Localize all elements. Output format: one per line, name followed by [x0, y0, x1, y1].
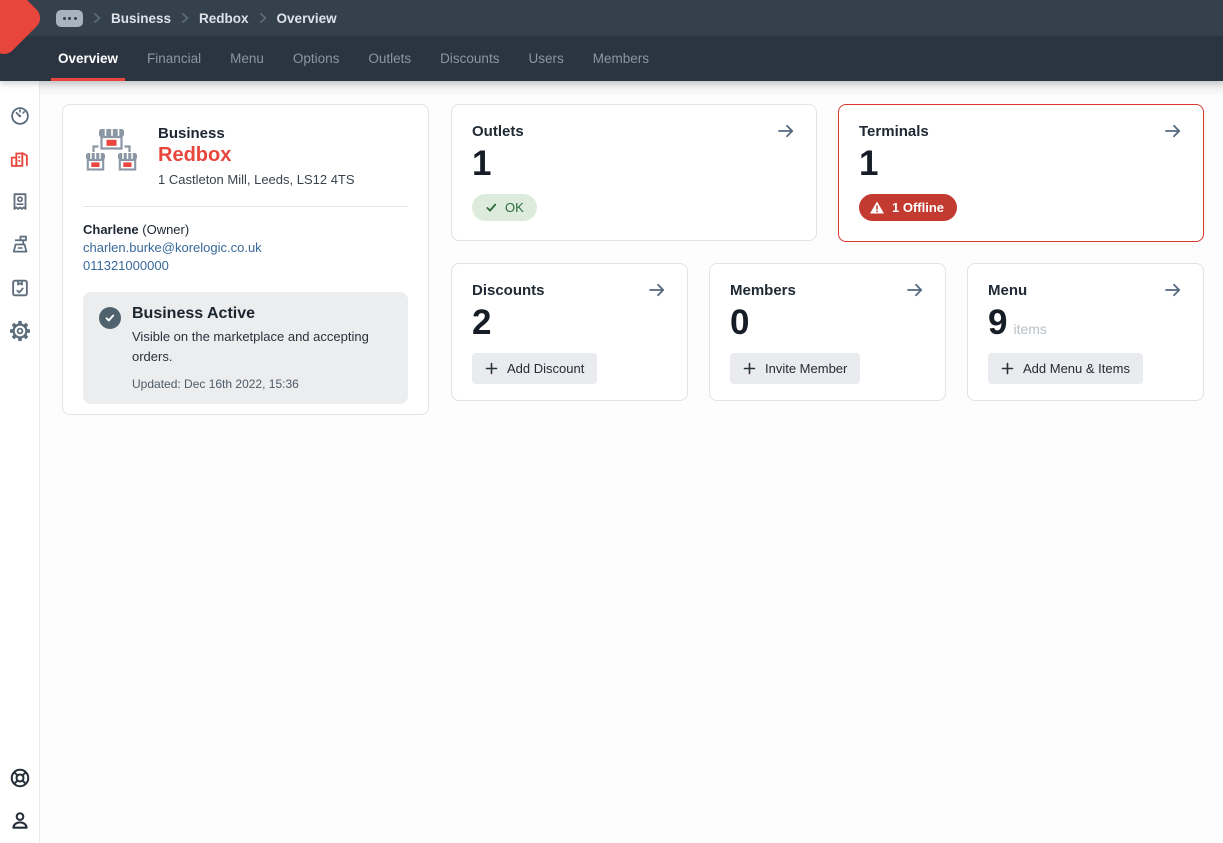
discounts-card: Discounts 2 Add Discount: [451, 263, 688, 401]
business-address: 1 Castleton Mill, Leeds, LS12 4TS: [158, 172, 355, 187]
tab-outlets[interactable]: Outlets: [361, 36, 418, 81]
main-content: Business Redbox 1 Castleton Mill, Leeds,…: [40, 81, 1223, 843]
owner-email-link[interactable]: charlen.burke@korelogic.co.uk: [83, 240, 408, 255]
business-buildings-icon: [9, 148, 31, 170]
arrow-right-icon[interactable]: [1163, 280, 1183, 300]
storefront-icon: [83, 125, 141, 173]
settings-gear-icon: [9, 320, 31, 342]
dot-icon: [68, 17, 71, 20]
menu-title: Menu: [988, 282, 1027, 299]
business-label: Business: [158, 125, 355, 142]
tasks-clipboard-icon: [9, 277, 31, 299]
business-identity: Business Redbox 1 Castleton Mill, Leeds,…: [158, 125, 355, 187]
status-title: Business Active: [132, 305, 384, 323]
terminals-title: Terminals: [859, 123, 929, 140]
status-updated: Updated: Dec 16th 2022, 15:36: [132, 377, 384, 391]
tab-options[interactable]: Options: [286, 36, 347, 81]
owner-line: Charlene (Owner): [83, 222, 408, 237]
breadcrumb-item-business[interactable]: Business: [111, 11, 171, 26]
sidebar-item-tasks[interactable]: [8, 276, 32, 300]
breadcrumb-ellipsis-button[interactable]: [56, 10, 83, 27]
terminals-card: Terminals 1 1 Offline: [838, 104, 1204, 242]
tab-bar: Overview Financial Menu Options Outlets …: [0, 36, 1223, 81]
dot-icon: [63, 17, 66, 20]
invite-member-button[interactable]: Invite Member: [730, 353, 860, 384]
business-status-box: Business Active Visible on the marketpla…: [83, 292, 408, 404]
breadcrumb-bar: Business Redbox Overview: [0, 0, 1223, 36]
add-menu-items-button[interactable]: Add Menu & Items: [988, 353, 1143, 384]
business-card: Business Redbox 1 Castleton Mill, Leeds,…: [62, 104, 429, 415]
register-icon: [9, 234, 31, 256]
business-name: Redbox: [158, 144, 355, 167]
owner-role: (Owner): [139, 222, 190, 237]
breadcrumb-item-redbox[interactable]: Redbox: [199, 11, 249, 26]
sidebar-item-dashboard[interactable]: [8, 104, 32, 128]
tab-discounts[interactable]: Discounts: [433, 36, 506, 81]
outlets-card: Outlets 1 OK: [451, 104, 817, 241]
sidebar: [0, 81, 40, 843]
tab-members[interactable]: Members: [586, 36, 656, 81]
tab-users[interactable]: Users: [521, 36, 570, 81]
tab-overview[interactable]: Overview: [51, 36, 125, 81]
warning-icon: [869, 200, 885, 215]
plus-icon: [485, 362, 498, 375]
discounts-count: 2: [472, 303, 490, 343]
business-status-text: Business Active Visible on the marketpla…: [132, 305, 384, 391]
dashboard-gauge-icon: [9, 105, 31, 127]
tab-financial[interactable]: Financial: [140, 36, 208, 81]
arrow-right-icon[interactable]: [776, 121, 796, 141]
arrow-right-icon[interactable]: [647, 280, 667, 300]
breadcrumb: Business Redbox Overview: [56, 0, 337, 36]
owner-phone-link[interactable]: 011321000000: [83, 258, 408, 273]
outlets-ok-badge: OK: [472, 194, 537, 221]
arrow-right-icon[interactable]: [905, 280, 925, 300]
sidebar-item-settings[interactable]: [8, 319, 32, 343]
sidebar-item-register[interactable]: [8, 233, 32, 257]
menu-card: Menu 9 items Add Menu & Items: [967, 263, 1204, 401]
sidebar-item-account[interactable]: [8, 809, 32, 833]
terminals-offline-badge: 1 Offline: [859, 194, 957, 221]
menu-count: 9: [988, 303, 1006, 343]
plus-icon: [743, 362, 756, 375]
owner-name: Charlene: [83, 222, 139, 237]
receipt-icon: [9, 191, 31, 213]
menu-count-suffix: items: [1013, 321, 1046, 337]
add-discount-button[interactable]: Add Discount: [472, 353, 597, 384]
breadcrumb-item-overview[interactable]: Overview: [277, 11, 337, 26]
chevron-right-icon: [258, 12, 268, 24]
help-lifebuoy-icon: [9, 767, 31, 789]
check-circle-icon: [99, 307, 121, 329]
check-icon: [485, 201, 498, 214]
discounts-title: Discounts: [472, 282, 545, 299]
arrow-right-icon[interactable]: [1163, 121, 1183, 141]
dot-icon: [74, 17, 77, 20]
plus-icon: [1001, 362, 1014, 375]
sidebar-item-receipts[interactable]: [8, 190, 32, 214]
sidebar-item-business[interactable]: [8, 147, 32, 171]
divider: [83, 206, 408, 207]
outlets-count: 1: [472, 144, 490, 184]
members-title: Members: [730, 282, 796, 299]
account-person-icon: [9, 810, 31, 832]
chevron-right-icon: [92, 12, 102, 24]
members-card: Members 0 Invite Member: [709, 263, 946, 401]
chevron-right-icon: [180, 12, 190, 24]
sidebar-item-help[interactable]: [8, 766, 32, 790]
status-description: Visible on the marketplace and accepting…: [132, 327, 384, 366]
outlets-title: Outlets: [472, 123, 524, 140]
members-count: 0: [730, 303, 748, 343]
business-card-header: Business Redbox 1 Castleton Mill, Leeds,…: [83, 125, 408, 187]
tab-menu[interactable]: Menu: [223, 36, 271, 81]
terminals-count: 1: [859, 144, 877, 184]
